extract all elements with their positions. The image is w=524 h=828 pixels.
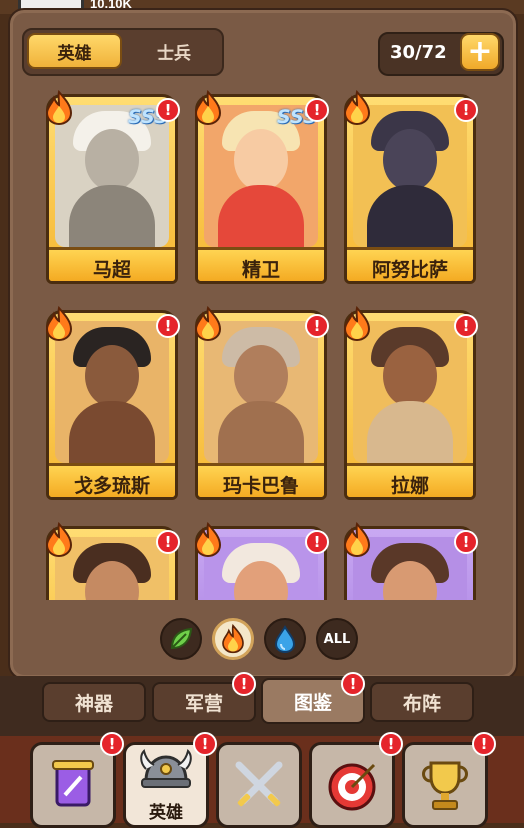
nav-battle-button[interactable]	[216, 742, 302, 828]
alert-badge: !	[454, 530, 478, 554]
alert-badge-achievements: !	[472, 732, 496, 756]
fire-element-icon	[343, 306, 371, 342]
hero-portrait	[353, 105, 467, 247]
hero-portrait	[55, 321, 169, 463]
alert-badge: !	[454, 314, 478, 338]
alert-badge-quests: !	[379, 732, 403, 756]
add-slot-button[interactable]: +	[460, 33, 500, 71]
fire-element-icon	[45, 306, 73, 342]
nav-heroes-button[interactable]: 英雄	[123, 742, 209, 828]
trophy-icon	[422, 761, 468, 810]
fire-element-icon	[343, 90, 371, 126]
fire-element-icon	[45, 90, 73, 126]
hero-card-row3-1[interactable]: !	[45, 520, 180, 600]
hero-portrait	[204, 321, 318, 463]
element-filter-bar: ALL	[160, 618, 360, 664]
tab-formation[interactable]: 布阵	[370, 682, 474, 722]
tab-heroes[interactable]: 英雄	[27, 33, 122, 69]
hero-card-gedoliusi[interactable]: 戈多琉斯 !	[45, 304, 180, 510]
target-icon	[328, 763, 376, 811]
hero-card-makabalu[interactable]: 玛卡巴鲁 !	[194, 304, 329, 510]
hero-card-anubisa[interactable]: 阿努比萨 !	[343, 88, 478, 294]
alert-badge: !	[156, 314, 180, 338]
leaf-icon	[170, 627, 193, 650]
tab-artifacts[interactable]: 神器	[42, 682, 146, 722]
alert-badge: !	[156, 530, 180, 554]
head-shape	[383, 345, 437, 407]
torso-shape	[69, 401, 155, 463]
torso-shape	[218, 401, 304, 463]
hero-card-jingwei[interactable]: 精卫 SSS !	[194, 88, 329, 294]
fire-element-icon	[194, 90, 222, 126]
alert-badge-barracks: !	[232, 672, 256, 696]
collection-count: 30/72	[390, 42, 447, 63]
tab-soldiers[interactable]: 士兵	[129, 33, 219, 69]
nav-achievements-button[interactable]	[402, 742, 488, 828]
alert-badge: !	[305, 530, 329, 554]
alert-badge-equipment: !	[100, 732, 124, 756]
filter-water-button[interactable]	[264, 618, 306, 660]
armor-shape	[367, 185, 453, 247]
head-shape	[234, 129, 288, 191]
head-shape	[234, 345, 288, 407]
crossed-swords-icon	[235, 761, 283, 807]
outfit-shape	[367, 401, 453, 463]
hero-card-machao[interactable]: 马超 SSS !	[45, 88, 180, 294]
filter-all-button[interactable]: ALL	[316, 618, 358, 660]
alert-badge: !	[454, 98, 478, 122]
fire-element-icon	[45, 522, 73, 558]
filter-nature-button[interactable]	[160, 618, 202, 660]
hero-card-row3-3[interactable]: !	[343, 520, 478, 600]
nav-equipment-button[interactable]	[30, 742, 116, 828]
viking-helmet-icon	[140, 749, 192, 788]
outfit-shape	[218, 185, 304, 247]
fire-element-icon	[194, 522, 222, 558]
alert-badge-collection: !	[341, 672, 365, 696]
bottom-tab-bar: 神器 军营 图鉴 布阵 ! !	[0, 672, 524, 736]
hero-soldier-toggle: 英雄 士兵	[22, 28, 224, 76]
alert-badge: !	[305, 314, 329, 338]
hero-name: 戈多琉斯	[49, 463, 175, 497]
alert-badge-heroes: !	[193, 732, 217, 756]
hero-name: 马超	[49, 247, 175, 281]
head-shape	[383, 129, 437, 191]
alert-badge: !	[156, 98, 180, 122]
alert-badge: !	[305, 98, 329, 122]
armor-shape	[69, 185, 155, 247]
head-shape	[85, 345, 139, 407]
hero-card-row3-2[interactable]: !	[194, 520, 329, 600]
hero-name: 精卫	[198, 247, 324, 281]
hero-card-lana[interactable]: 拉娜 !	[343, 304, 478, 510]
hero-name: 玛卡巴鲁	[198, 463, 324, 497]
nav-heroes-label: 英雄	[149, 803, 183, 823]
filter-fire-button[interactable]	[212, 618, 254, 660]
fire-icon	[222, 624, 244, 654]
hero-name: 阿努比萨	[347, 247, 473, 281]
shield-sword-icon	[52, 760, 94, 807]
hero-portrait	[353, 321, 467, 463]
head-shape	[85, 129, 139, 191]
hero-grid: 马超 SSS ! 精卫 SSS ! 阿努比萨 ! 戈多琉斯 ! 玛卡巴鲁 ! 拉…	[20, 88, 502, 600]
hero-name: 拉娜	[347, 463, 473, 497]
fire-element-icon	[194, 306, 222, 342]
filter-all-label: ALL	[323, 631, 351, 647]
main-nav: 英雄 ! ! ! !	[0, 732, 524, 828]
nav-quests-button[interactable]	[309, 742, 395, 828]
fire-element-icon	[343, 522, 371, 558]
water-drop-icon	[274, 625, 296, 653]
